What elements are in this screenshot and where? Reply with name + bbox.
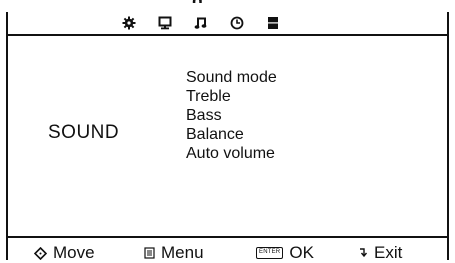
monitor-icon bbox=[158, 16, 172, 30]
return-arrow-icon bbox=[360, 248, 368, 258]
gear-icon bbox=[122, 16, 136, 30]
clock-icon bbox=[230, 16, 244, 30]
exit-hint: Exit bbox=[358, 243, 402, 263]
menu-item-bass[interactable]: Bass bbox=[186, 106, 277, 125]
menu-icon bbox=[144, 247, 155, 259]
ok-hint: ENTER OK bbox=[256, 243, 314, 263]
footer-hints: Move Menu ENTER OK Exit bbox=[6, 238, 449, 263]
move-hint: Move bbox=[34, 243, 95, 263]
menu-item-balance[interactable]: Balance bbox=[186, 125, 277, 144]
exit-label: Exit bbox=[374, 243, 403, 262]
section-title: SOUND bbox=[48, 122, 120, 143]
menu-item-auto-volume[interactable]: Auto volume bbox=[186, 144, 277, 163]
sound-menu-panel: SOUND Sound mode Treble Bass Balance Aut… bbox=[6, 34, 449, 238]
move-label: Move bbox=[53, 243, 95, 262]
menu-hint: Menu bbox=[144, 243, 204, 263]
tab-time[interactable] bbox=[228, 14, 246, 32]
sound-options-list: Sound mode Treble Bass Balance Auto volu… bbox=[186, 68, 277, 163]
menu-tab-bar bbox=[6, 12, 449, 34]
tab-sound[interactable] bbox=[192, 14, 210, 32]
menu-item-sound-mode[interactable]: Sound mode bbox=[186, 68, 277, 87]
partial-title: g bbox=[192, 0, 282, 3]
tab-setup[interactable] bbox=[264, 14, 282, 32]
music-note-icon bbox=[194, 17, 207, 29]
tab-settings[interactable] bbox=[120, 14, 138, 32]
menu-item-treble[interactable]: Treble bbox=[186, 87, 277, 106]
enter-key-icon: ENTER bbox=[256, 247, 284, 259]
block-icon bbox=[268, 17, 278, 29]
ok-label: OK bbox=[289, 243, 314, 262]
tab-picture[interactable] bbox=[156, 14, 174, 32]
menu-label: Menu bbox=[161, 243, 204, 262]
